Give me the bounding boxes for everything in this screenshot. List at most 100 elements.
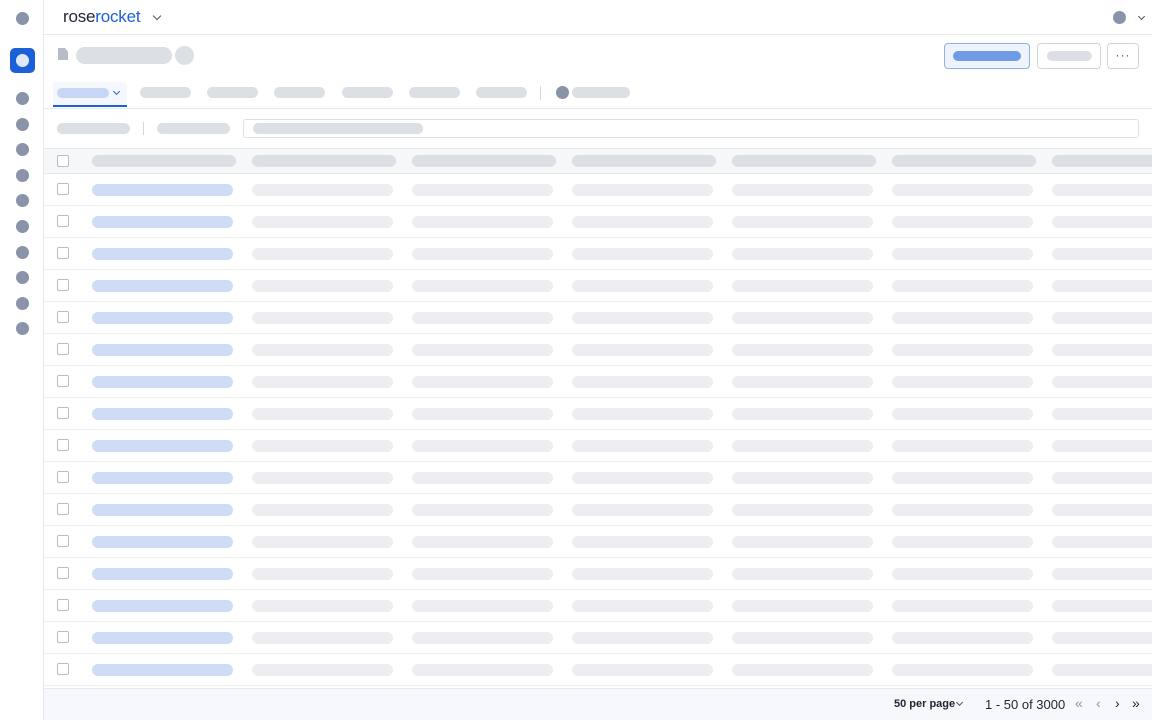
search-input[interactable] [243,119,1139,138]
table-row[interactable] [44,238,1152,270]
table-row[interactable] [44,174,1152,206]
table-row[interactable] [44,430,1152,462]
row-checkbox[interactable] [57,503,69,515]
row-checkbox[interactable] [57,311,69,323]
row-checkbox[interactable] [57,599,69,611]
row-link-skeleton[interactable] [92,504,233,516]
row-link-skeleton[interactable] [92,536,233,548]
row-checkbox[interactable] [57,247,69,259]
user-avatar-icon[interactable] [1113,11,1126,24]
cell-skeleton [572,280,713,292]
table-row[interactable] [44,302,1152,334]
cell-skeleton [892,504,1033,516]
row-checkbox[interactable] [57,439,69,451]
row-link-skeleton[interactable] [92,440,233,452]
filter-skeleton[interactable] [157,123,230,134]
row-checkbox[interactable] [57,535,69,547]
nav-icon[interactable] [16,297,29,310]
row-checkbox[interactable] [57,407,69,419]
row-checkbox[interactable] [57,375,69,387]
cell-skeleton [1052,536,1152,548]
row-link-skeleton[interactable] [92,216,233,228]
column-header-skeleton[interactable] [892,155,1036,167]
row-checkbox[interactable] [57,215,69,227]
row-checkbox[interactable] [57,631,69,643]
nav-icon[interactable] [16,271,29,284]
table-row[interactable] [44,622,1152,654]
column-header-skeleton[interactable] [252,155,396,167]
last-page-icon[interactable]: » [1132,695,1140,711]
row-checkbox[interactable] [57,567,69,579]
tab[interactable] [342,87,393,98]
table-row[interactable] [44,558,1152,590]
row-link-skeleton[interactable] [92,344,233,356]
row-link-skeleton[interactable] [92,408,233,420]
active-section-icon [16,54,29,67]
more-options-button[interactable]: ··· [1107,43,1139,69]
tab-active[interactable] [53,82,127,107]
active-section-button[interactable] [10,48,35,73]
tab[interactable] [476,87,527,98]
nav-icon[interactable] [16,169,29,182]
chevron-down-icon[interactable] [152,11,162,21]
row-link-skeleton[interactable] [92,632,233,644]
secondary-action-button[interactable] [1037,43,1101,69]
row-link-skeleton[interactable] [92,568,233,580]
row-checkbox[interactable] [57,183,69,195]
column-header-skeleton[interactable] [92,155,236,167]
first-page-icon[interactable]: « [1075,695,1083,711]
nav-icon[interactable] [16,220,29,233]
chevron-down-icon[interactable] [1137,12,1146,21]
tab[interactable] [207,87,258,98]
column-header-skeleton[interactable] [412,155,556,167]
row-link-skeleton[interactable] [92,184,233,196]
primary-action-button[interactable] [944,43,1030,69]
table-row[interactable] [44,206,1152,238]
row-link-skeleton[interactable] [92,312,233,324]
table-row[interactable] [44,494,1152,526]
table-row[interactable] [44,334,1152,366]
nav-icon[interactable] [16,194,29,207]
row-checkbox[interactable] [57,471,69,483]
row-link-skeleton[interactable] [92,472,233,484]
cell-skeleton [732,568,873,580]
row-checkbox[interactable] [57,663,69,675]
table-row[interactable] [44,270,1152,302]
column-header-skeleton[interactable] [732,155,876,167]
table-row[interactable] [44,366,1152,398]
nav-icon[interactable] [16,143,29,156]
tab[interactable] [140,87,191,98]
table-row[interactable] [44,654,1152,686]
row-link-skeleton[interactable] [92,664,233,676]
row-checkbox[interactable] [57,343,69,355]
per-page-select[interactable]: 50 per page [894,698,955,710]
row-checkbox[interactable] [57,279,69,291]
table-row[interactable] [44,462,1152,494]
chevron-down-icon[interactable] [955,698,964,707]
column-header-skeleton[interactable] [1052,155,1152,167]
row-link-skeleton[interactable] [92,280,233,292]
table-row[interactable] [44,398,1152,430]
filter-skeleton[interactable] [57,123,130,134]
cell-skeleton [1052,568,1152,580]
add-view-icon[interactable] [556,86,569,99]
tab[interactable] [274,87,325,98]
table-row[interactable] [44,590,1152,622]
column-header-skeleton[interactable] [572,155,716,167]
table-row[interactable] [44,526,1152,558]
row-link-skeleton[interactable] [92,248,233,260]
nav-icon[interactable] [16,118,29,131]
cell-skeleton [252,536,393,548]
row-link-skeleton[interactable] [92,376,233,388]
next-page-icon[interactable]: › [1115,695,1120,711]
add-view-label-skeleton[interactable] [572,87,630,98]
tab[interactable] [409,87,460,98]
nav-icon[interactable] [16,92,29,105]
brand-logo[interactable]: roserocket [63,7,141,27]
app-icon[interactable] [16,12,29,25]
select-all-checkbox[interactable] [57,155,69,167]
nav-icon[interactable] [16,322,29,335]
row-link-skeleton[interactable] [92,600,233,612]
nav-icon[interactable] [16,246,29,259]
prev-page-icon[interactable]: ‹ [1096,695,1101,711]
